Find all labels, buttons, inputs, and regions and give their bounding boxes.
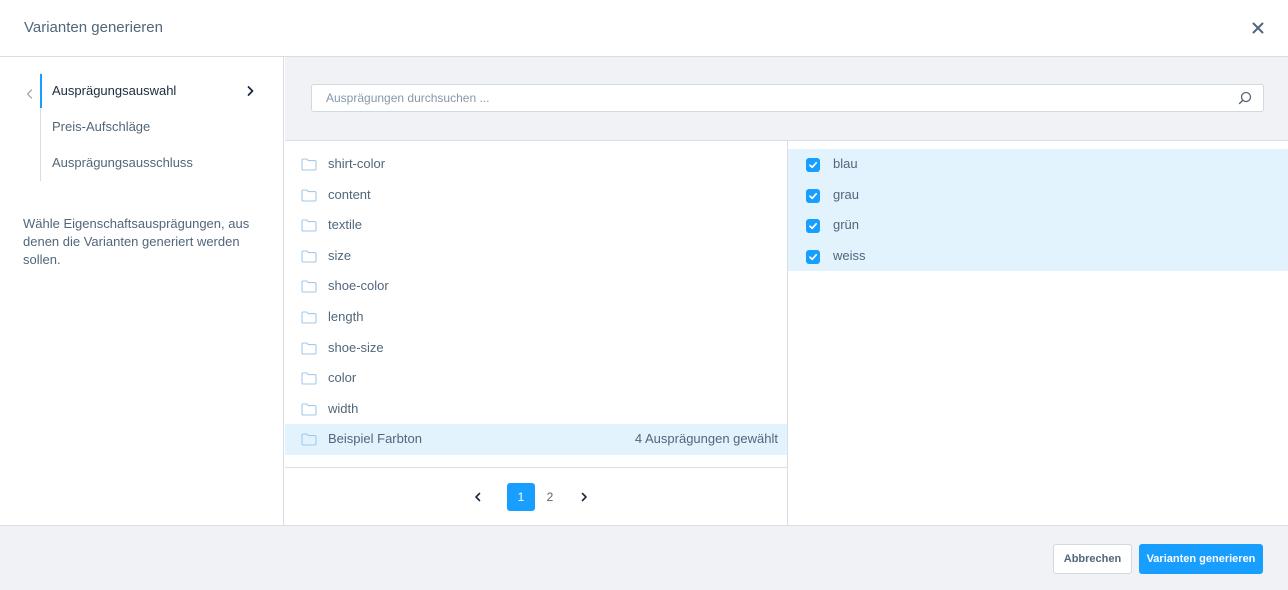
nav-item-auspraegungsausschluss[interactable]: Ausprägungsausschluss — [41, 145, 270, 181]
folder-icon — [301, 403, 317, 416]
property-group-row[interactable]: color — [285, 363, 787, 394]
modal-title: Varianten generieren — [24, 19, 163, 36]
folder-icon — [301, 158, 317, 171]
folder-icon — [301, 372, 317, 385]
property-group-row[interactable]: Beispiel Farbton 4 Ausprägungen gewählt — [285, 424, 787, 455]
close-icon[interactable] — [1248, 18, 1268, 38]
pagination: 1 2 — [285, 467, 787, 525]
nav-item-label: Ausprägungsausschluss — [52, 155, 193, 170]
option-row[interactable]: blau — [788, 149, 1288, 180]
option-row[interactable]: weiss — [788, 240, 1288, 272]
check-icon — [809, 223, 818, 230]
folder-icon — [301, 250, 317, 263]
nav-item-label: Ausprägungsauswahl — [52, 83, 177, 98]
property-group-name: size — [328, 247, 352, 263]
search-input[interactable] — [311, 84, 1264, 112]
check-icon — [809, 192, 818, 199]
property-group-name: length — [328, 308, 364, 324]
check-icon — [809, 253, 818, 260]
property-group-name: shoe-size — [328, 339, 384, 355]
property-group-row[interactable]: width — [285, 394, 787, 425]
cancel-button[interactable]: Abbrechen — [1053, 544, 1132, 574]
option-label: weiss — [833, 247, 866, 263]
nav-item-preis-aufschlaege[interactable]: Preis-Aufschläge — [41, 109, 270, 145]
property-group-name: content — [328, 186, 371, 202]
property-group-name: color — [328, 370, 357, 386]
property-group-row[interactable]: shoe-color — [285, 271, 787, 302]
nav-item-auspraegungsauswahl[interactable]: Ausprägungsauswahl — [40, 73, 270, 109]
property-group-row[interactable]: content — [285, 180, 787, 211]
search-bar — [285, 57, 1288, 141]
modal-header: Varianten generieren — [0, 0, 1288, 57]
generate-variants-button[interactable]: Varianten generieren — [1139, 544, 1263, 574]
folder-icon — [301, 342, 317, 355]
option-label: grün — [833, 217, 860, 233]
folder-icon — [301, 311, 317, 324]
help-text: Wähle Eigenschaftsausprägungen, aus dene… — [23, 216, 250, 267]
property-group-row[interactable]: shoe-size — [285, 333, 787, 364]
folder-icon — [301, 219, 317, 232]
page-button-1[interactable]: 1 — [507, 483, 535, 511]
option-label: grau — [833, 186, 860, 202]
modal-footer: Abbrechen Varianten generieren — [0, 525, 1288, 590]
wizard-nav: Ausprägungsauswahl Preis-Aufschläge Ausp… — [40, 73, 270, 181]
chevron-right-icon[interactable] — [579, 492, 589, 502]
main-panel: shirt-color content textile size shoe-color l… — [285, 57, 1288, 525]
property-group-name: textile — [328, 217, 362, 233]
property-group-name: Beispiel Farbton — [328, 431, 422, 447]
selection-count: 4 Ausprägungen gewählt — [634, 431, 778, 447]
property-group-row[interactable]: shirt-color — [285, 149, 787, 180]
checkbox[interactable] — [806, 219, 820, 234]
option-row[interactable]: grau — [788, 179, 1288, 211]
chevron-left-icon[interactable] — [473, 492, 483, 502]
folder-icon — [301, 433, 317, 446]
folder-icon — [301, 189, 317, 202]
property-group-name: shoe-color — [328, 278, 389, 294]
option-panel: blau grau grün weiss — [788, 141, 1288, 525]
search-icon[interactable] — [1238, 91, 1252, 105]
property-group-list: shirt-color content textile size shoe-color l… — [285, 149, 787, 455]
property-group-panel: shirt-color content textile size shoe-color l… — [285, 141, 788, 525]
option-list: blau grau grün weiss — [788, 149, 1288, 272]
chevron-left-icon[interactable] — [24, 88, 36, 100]
chevron-right-icon — [247, 86, 254, 96]
property-group-row[interactable]: length — [285, 302, 787, 333]
folder-icon — [301, 280, 317, 293]
checkbox[interactable] — [806, 158, 820, 172]
property-group-row[interactable]: textile — [285, 210, 787, 241]
option-label: blau — [833, 156, 858, 171]
checkbox[interactable] — [806, 249, 820, 264]
page-button-2[interactable]: 2 — [536, 483, 564, 511]
property-group-row[interactable]: size — [285, 241, 787, 272]
nav-item-label: Preis-Aufschläge — [52, 119, 151, 134]
property-group-name: width — [328, 400, 359, 416]
option-row[interactable]: grün — [788, 210, 1288, 241]
wizard-sidebar: Ausprägungsauswahl Preis-Aufschläge Ausp… — [0, 57, 284, 525]
checkbox[interactable] — [806, 188, 820, 203]
check-icon — [809, 161, 818, 169]
property-group-name: shirt-color — [328, 156, 386, 171]
